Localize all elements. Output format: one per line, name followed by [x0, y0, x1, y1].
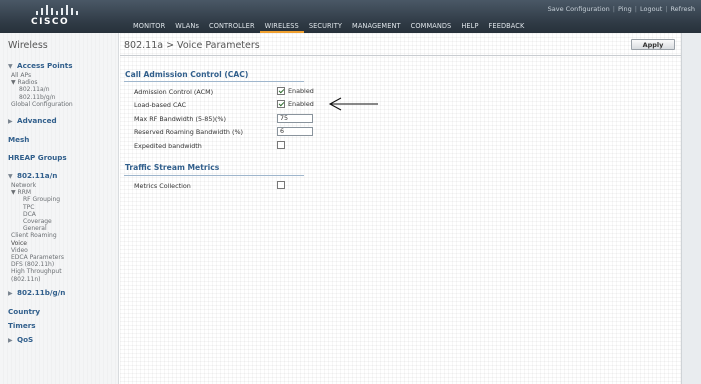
cisco-logo: CISCO — [22, 5, 102, 31]
nav-help[interactable]: HELP — [456, 21, 483, 33]
logout-link[interactable]: Logout — [640, 5, 662, 13]
expedited-bandwidth-checkbox[interactable] — [277, 141, 285, 149]
nav-controller[interactable]: CONTROLLER — [204, 21, 260, 33]
metrics-collection-row: Metrics Collection — [134, 181, 324, 191]
collapsed-triangle-icon: ▶ — [8, 118, 13, 126]
tsm-section-divider — [124, 175, 304, 176]
top-header: CISCO Save Configuration | Ping | Logout… — [0, 0, 701, 33]
load-based-cac-checkbox[interactable] — [277, 100, 285, 108]
acm-label: Admission Control (ACM) — [134, 88, 214, 96]
reserved-roaming-label: Reserved Roaming Bandwidth (%) — [134, 128, 244, 136]
sidebar-item-edca-parameters[interactable]: EDCA Parameters — [0, 254, 119, 261]
reserved-roaming-row: Reserved Roaming Bandwidth (%) 6 — [134, 127, 324, 137]
sidebar-item-high-throughput-sub[interactable]: (802.11n) — [0, 276, 119, 283]
max-rf-bandwidth-input[interactable]: 75 — [277, 114, 313, 123]
sidebar-item-dca[interactable]: DCA — [0, 211, 119, 218]
sidebar-item-radio-80211b[interactable]: 802.11b/g/n — [0, 94, 119, 101]
sidebar-item-client-roaming[interactable]: Client Roaming — [0, 232, 119, 239]
sidebar-menu: ▼ Access Points All APs ▼ Radios 802.11a/… — [0, 60, 119, 346]
sidebar-item-country[interactable]: Country — [0, 306, 119, 317]
expanded-triangle-icon: ▼ — [8, 63, 13, 70]
sidebar-item-high-throughput[interactable]: High Throughput — [0, 268, 119, 275]
nav-security[interactable]: SECURITY — [304, 21, 347, 33]
collapsed-triangle-icon: ▶ — [8, 336, 13, 344]
sidebar-item-video[interactable]: Video — [0, 247, 119, 254]
annotation-arrow-icon — [328, 97, 378, 111]
sidebar-item-qos[interactable]: ▶ QoS — [0, 334, 119, 346]
max-rf-bandwidth-label: Max RF Bandwidth (5-85)(%) — [134, 115, 226, 123]
sidebar-item-global-configuration[interactable]: Global Configuration — [0, 101, 119, 108]
metrics-collection-label: Metrics Collection — [134, 182, 191, 190]
ping-link[interactable]: Ping — [618, 5, 632, 13]
sidebar-item-access-points[interactable]: ▼ Access Points — [0, 60, 119, 72]
sidebar-item-all-aps[interactable]: All APs — [0, 72, 119, 79]
metrics-collection-checkbox[interactable] — [277, 181, 285, 189]
refresh-link[interactable]: Refresh — [670, 5, 695, 13]
cac-section-divider — [124, 81, 304, 82]
nav-commands[interactable]: COMMANDS — [406, 21, 457, 33]
cac-section-title: Call Admission Control (CAC) — [125, 70, 249, 79]
sidebar-item-dfs[interactable]: DFS (802.11h) — [0, 261, 119, 268]
sidebar-item-rf-grouping[interactable]: RF Grouping — [0, 196, 119, 203]
acm-checkbox-label: Enabled — [288, 87, 314, 95]
sidebar-item-hreap-groups[interactable]: HREAP Groups — [0, 152, 119, 163]
nav-monitor[interactable]: MONITOR — [128, 21, 170, 33]
expedited-bandwidth-label: Expedited bandwidth — [134, 142, 202, 150]
sidebar-item-coverage[interactable]: Coverage — [0, 218, 119, 225]
expanded-triangle-icon: ▼ — [8, 173, 13, 181]
nav-wireless[interactable]: WIRELESS — [259, 21, 304, 33]
apply-button[interactable]: Apply — [631, 39, 675, 50]
reserved-roaming-input[interactable]: 6 — [277, 127, 313, 136]
load-based-cac-row: Load-based CAC Enabled — [134, 100, 324, 110]
sidebar-item-tpc[interactable]: TPC — [0, 204, 119, 211]
sidebar-item-advanced[interactable]: ▶ Advanced — [0, 115, 119, 127]
expedited-bandwidth-row: Expedited bandwidth — [134, 141, 324, 151]
sidebar-title: Wireless — [8, 40, 48, 51]
scrollbar-track[interactable] — [681, 33, 701, 384]
sidebar-item-80211a[interactable]: ▼ 802.11a/n — [0, 170, 119, 182]
sidebar-item-general[interactable]: General — [0, 225, 119, 232]
sidebar-item-timers[interactable]: Timers — [0, 320, 119, 331]
sidebar-item-radios[interactable]: ▼ Radios — [0, 79, 119, 86]
sidebar-item-mesh[interactable]: Mesh — [0, 134, 119, 145]
acm-checkbox[interactable] — [277, 87, 285, 95]
sidebar-item-voice[interactable]: Voice — [0, 240, 119, 247]
max-rf-bandwidth-row: Max RF Bandwidth (5-85)(%) 75 — [134, 114, 324, 124]
save-configuration-link[interactable]: Save Configuration — [548, 5, 610, 13]
main-content: 802.11a > Voice Parameters Apply Call Ad… — [120, 33, 681, 384]
nav-management[interactable]: MANAGEMENT — [347, 21, 406, 33]
nav-wlans[interactable]: WLANs — [170, 21, 204, 33]
tsm-section-title: Traffic Stream Metrics — [125, 163, 220, 172]
nav-feedback[interactable]: FEEDBACK — [484, 21, 530, 33]
page-title: 802.11a > Voice Parameters — [124, 40, 260, 51]
brand-name: CISCO — [31, 17, 70, 27]
sidebar: Wireless ▼ Access Points All APs ▼ Radios… — [0, 33, 119, 384]
sidebar-item-rrm[interactable]: ▼ RRM — [0, 189, 119, 196]
sidebar-item-80211b[interactable]: ▶ 802.11b/g/n — [0, 287, 119, 299]
title-divider — [120, 55, 681, 56]
utility-links: Save Configuration | Ping | Logout | Ref… — [547, 5, 695, 13]
acm-row: Admission Control (ACM) Enabled — [134, 87, 324, 97]
load-based-cac-label: Load-based CAC — [134, 101, 187, 109]
cisco-bars-icon — [36, 5, 78, 15]
sidebar-item-network[interactable]: Network — [0, 182, 119, 189]
load-based-cac-checkbox-label: Enabled — [288, 100, 314, 108]
sidebar-item-radio-80211a[interactable]: 802.11a/n — [0, 86, 119, 93]
collapsed-triangle-icon: ▶ — [8, 289, 13, 297]
main-nav: MONITOR WLANs CONTROLLER WIRELESS SECURI… — [128, 21, 529, 33]
